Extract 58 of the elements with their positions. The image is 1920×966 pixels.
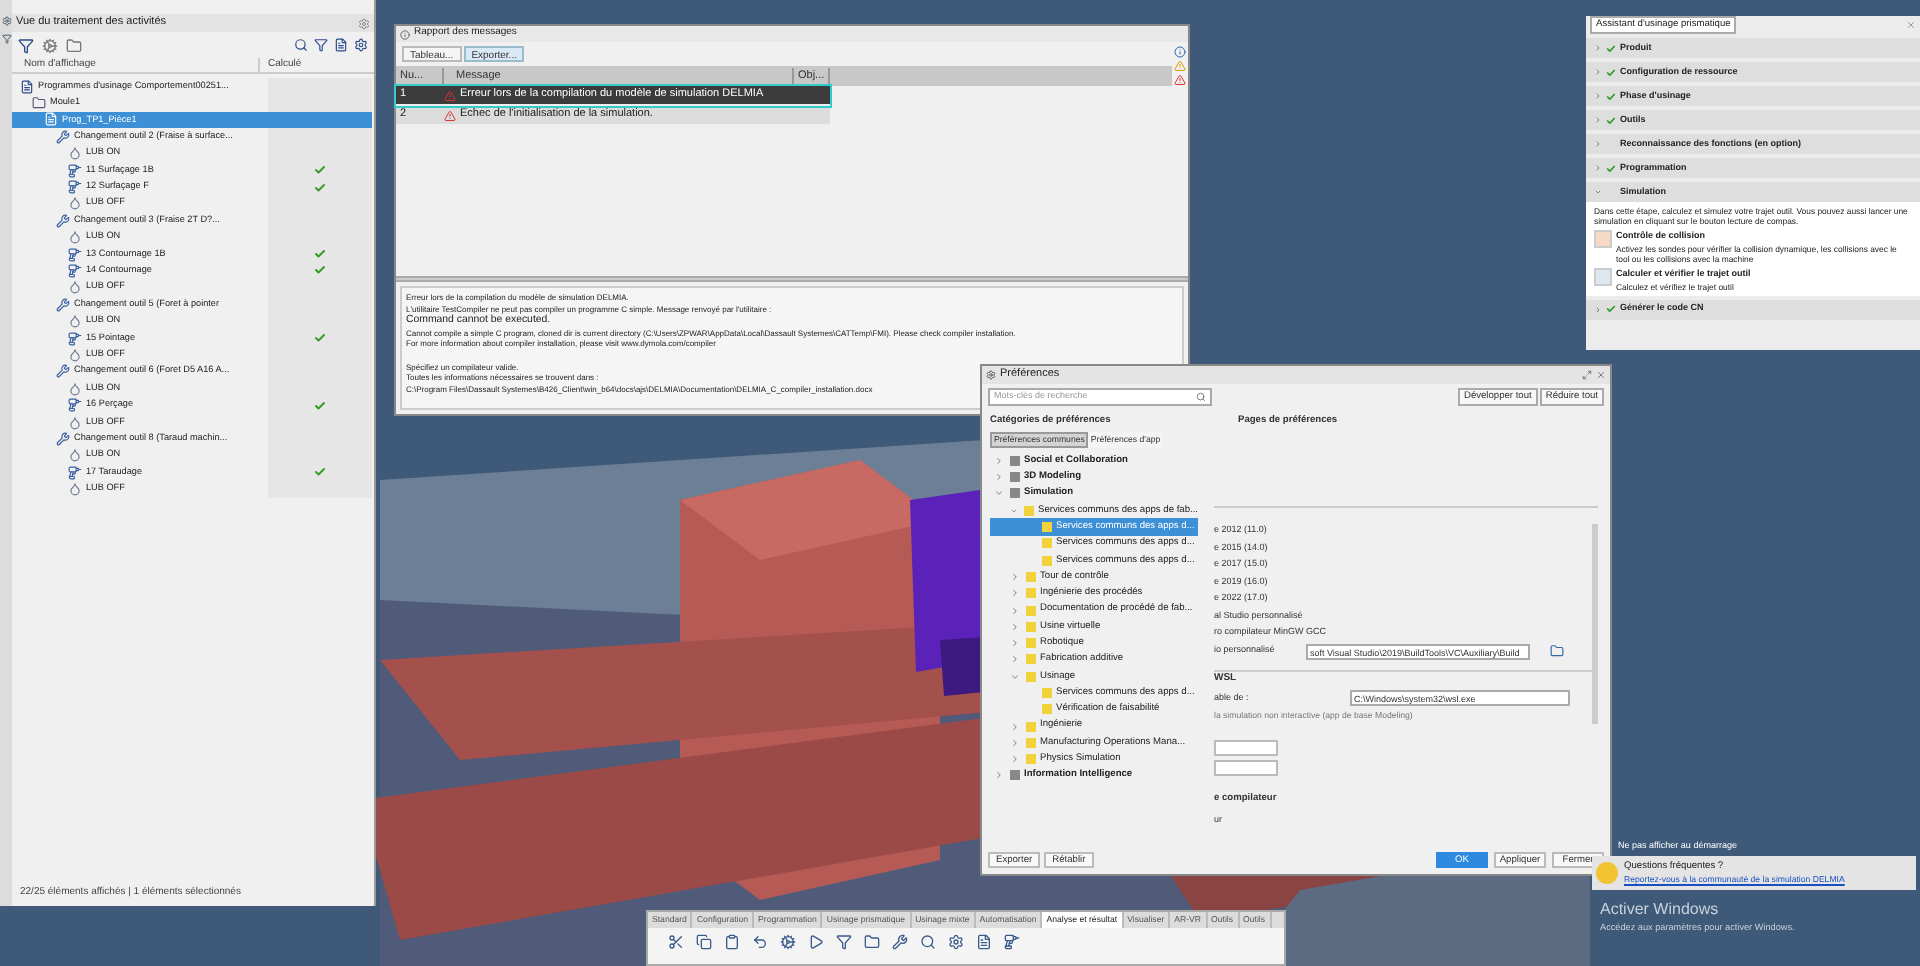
check-icon xyxy=(1606,43,1616,53)
document-icon xyxy=(20,79,34,94)
gear-icon[interactable] xyxy=(1,16,11,26)
droplet-icon xyxy=(68,448,82,463)
warning-icon[interactable] xyxy=(1174,60,1186,72)
document-icon xyxy=(44,112,58,127)
droplet-icon xyxy=(68,381,82,396)
gear-icon[interactable] xyxy=(42,37,58,53)
wrench-icon xyxy=(56,431,70,446)
droplet-icon xyxy=(68,482,82,497)
activation-title: Activer Windows xyxy=(1600,898,1721,922)
drill-icon[interactable] xyxy=(1004,933,1020,949)
check-icon xyxy=(1606,115,1616,125)
undo-icon[interactable] xyxy=(752,933,768,949)
wrench-icon xyxy=(56,364,70,379)
wrench-icon xyxy=(56,129,70,144)
filter-icon[interactable] xyxy=(314,38,328,52)
document-icon[interactable] xyxy=(334,38,348,52)
input-field[interactable] xyxy=(1214,739,1278,756)
droplet-icon xyxy=(68,314,82,329)
wrench-icon[interactable] xyxy=(892,933,908,949)
settings-icon[interactable] xyxy=(354,38,368,52)
document-icon[interactable] xyxy=(976,933,992,949)
check-icon xyxy=(1606,304,1616,314)
settings-icon xyxy=(986,370,996,380)
scissors-icon[interactable] xyxy=(668,933,684,949)
drill-icon xyxy=(68,465,82,480)
copy-icon[interactable] xyxy=(696,933,712,949)
help-icon xyxy=(1596,862,1618,884)
check-icon xyxy=(1606,163,1616,173)
droplet-icon xyxy=(68,415,82,429)
settings-icon[interactable] xyxy=(948,933,964,949)
play-icon[interactable] xyxy=(808,933,824,949)
drill-icon xyxy=(68,398,82,413)
info-icon[interactable] xyxy=(1174,46,1186,58)
droplet-icon xyxy=(68,196,82,211)
filter-icon[interactable] xyxy=(836,933,852,949)
wrench-icon xyxy=(56,213,70,228)
error-icon xyxy=(444,109,456,121)
search-icon xyxy=(1196,392,1206,402)
droplet-icon xyxy=(68,347,82,362)
check-icon xyxy=(1606,67,1616,77)
search-icon[interactable] xyxy=(294,38,308,52)
drill-icon xyxy=(68,331,82,346)
maximize-icon[interactable] xyxy=(1582,370,1592,380)
filter-icon[interactable] xyxy=(1,34,11,44)
wrench-icon xyxy=(56,297,70,312)
droplet-icon xyxy=(68,280,82,295)
filter-icon[interactable] xyxy=(18,37,34,53)
error-icon[interactable] xyxy=(1174,74,1186,86)
gear-icon[interactable] xyxy=(780,933,796,949)
droplet-icon xyxy=(68,230,82,245)
search-icon[interactable] xyxy=(920,933,936,949)
clipboard-icon[interactable] xyxy=(724,933,740,949)
droplet-icon xyxy=(68,146,82,161)
error-icon xyxy=(444,89,456,101)
check-icon xyxy=(1606,91,1616,101)
input-field[interactable] xyxy=(1214,759,1278,776)
